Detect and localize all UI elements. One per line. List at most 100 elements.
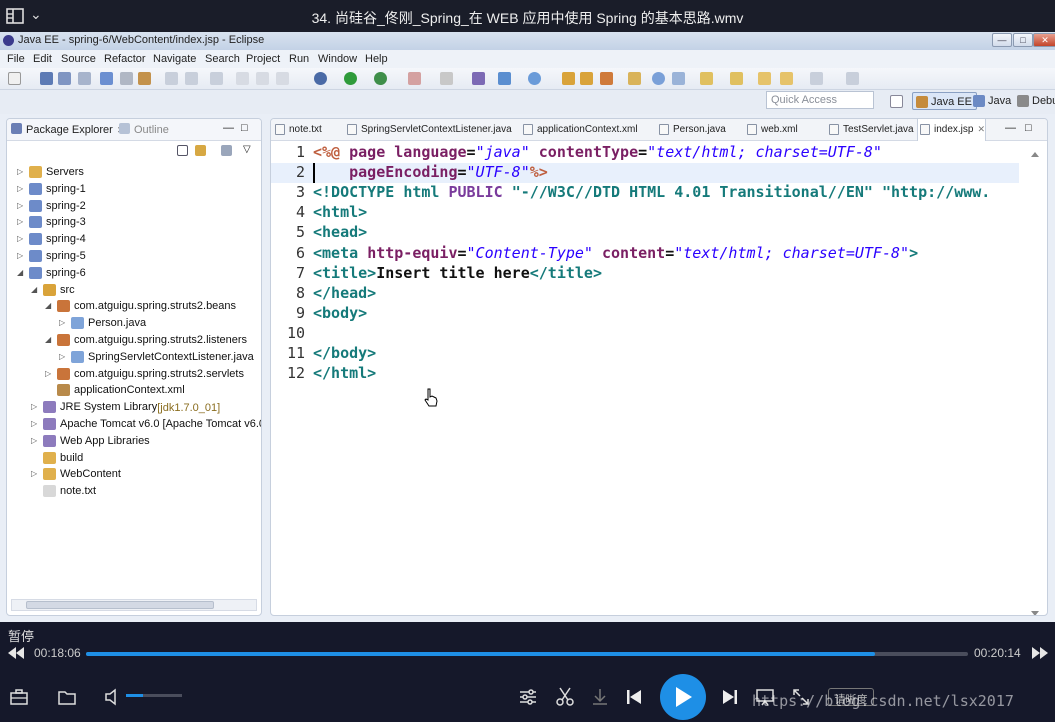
undo-icon[interactable] (165, 72, 178, 85)
editor-vertical-scrollbar[interactable] (1029, 149, 1041, 616)
tree-item[interactable]: ▷ spring-1 (7, 182, 261, 198)
tab-package-explorer[interactable]: Package Explorer✕ (11, 123, 124, 136)
resume-icon[interactable] (236, 72, 249, 85)
tree-item[interactable]: ◢ com.atguigu.spring.struts2.beans (7, 299, 261, 315)
tree-item[interactable]: ▷ com.atguigu.spring.struts2.servlets (7, 367, 261, 383)
view-menu-icon[interactable]: ▽ (243, 144, 251, 155)
previous-track-icon[interactable] (626, 689, 642, 705)
maximize-editor-icon[interactable]: □ (1025, 122, 1032, 134)
back-icon[interactable] (758, 72, 771, 85)
expanded-arrow-icon[interactable]: ◢ (45, 301, 51, 310)
tree-item[interactable]: build (7, 451, 261, 467)
open-task-icon[interactable] (628, 72, 641, 85)
code-editor[interactable]: 1 <%@ page language="java" contentType="t… (271, 143, 1019, 583)
run-icon[interactable] (344, 72, 357, 85)
collapsed-arrow-icon[interactable]: ▷ (31, 402, 37, 411)
scissors-icon[interactable] (556, 687, 574, 707)
minimize-editor-icon[interactable]: — (1005, 122, 1016, 134)
menu-run[interactable]: Run (289, 53, 309, 65)
code-line[interactable]: 7 <title>Insert title here</title> (271, 264, 1019, 284)
editor-tab[interactable]: note.txt (273, 119, 322, 141)
tree-item[interactable]: ▷ spring-3 (7, 215, 261, 231)
code-line[interactable]: 1 <%@ page language="java" contentType="t… (271, 143, 1019, 163)
volume-slider[interactable] (126, 694, 182, 697)
open-file-icon[interactable] (580, 72, 593, 85)
last-edit-icon[interactable] (810, 72, 823, 85)
editor-tab[interactable]: SpringServletContextListener.java (345, 119, 512, 141)
editor-tab[interactable]: web.xml (745, 119, 798, 141)
menu-edit[interactable]: Edit (33, 53, 52, 65)
tab-outline[interactable]: Outline (119, 123, 169, 136)
expanded-arrow-icon[interactable]: ◢ (31, 285, 37, 294)
tree-item[interactable]: ▷ spring-2 (7, 199, 261, 215)
code-line[interactable]: 8 </head> (271, 284, 1019, 304)
maximize-view-icon[interactable]: □ (241, 122, 248, 134)
tree-item[interactable]: ▷ Servers (7, 165, 261, 181)
debug-gear-icon[interactable] (314, 72, 327, 85)
restore-button[interactable]: □ (1013, 33, 1033, 47)
perspective-java[interactable]: Java (970, 92, 1015, 110)
code-line[interactable]: 4 <html> (271, 203, 1019, 223)
minimize-view-icon[interactable]: — (223, 122, 234, 134)
next-track-icon[interactable] (722, 689, 738, 705)
collapsed-arrow-icon[interactable]: ▷ (45, 369, 51, 378)
next-annotation-icon[interactable] (700, 72, 713, 85)
minimize-button[interactable]: — (992, 33, 1012, 47)
new-server-icon[interactable] (472, 72, 485, 85)
step-icon[interactable] (210, 72, 223, 85)
code-line[interactable]: 11 </body> (271, 344, 1019, 364)
code-line[interactable]: 10 (271, 324, 1019, 344)
toolbox-icon[interactable] (10, 689, 28, 705)
perspective-java-ee[interactable]: Java EE (912, 92, 977, 110)
open-folder-icon[interactable] (58, 689, 76, 705)
search-tool-icon[interactable] (600, 72, 613, 85)
quick-access-input[interactable]: Quick Access (766, 91, 874, 109)
collapsed-arrow-icon[interactable]: ▷ (17, 167, 23, 176)
editor-tab[interactable]: index.jsp ✕ (917, 119, 987, 141)
save-icon[interactable] (40, 72, 53, 85)
collapse-all-icon[interactable] (177, 145, 188, 156)
new-icon[interactable] (8, 72, 21, 85)
menu-source[interactable]: Source (61, 53, 96, 65)
menu-window[interactable]: Window (318, 53, 357, 65)
expanded-arrow-icon[interactable]: ◢ (45, 335, 51, 344)
editor-tab[interactable]: applicationContext.xml (521, 119, 638, 141)
code-line[interactable]: 3 <!DOCTYPE html PUBLIC "-//W3C//DTD HTML… (271, 183, 1019, 203)
perspective-debug[interactable]: Debu (1014, 92, 1055, 110)
run-external-icon[interactable] (374, 72, 387, 85)
tree-item[interactable]: ▷ JRE System Library[jdk1.7.0_01] (7, 400, 261, 416)
open-perspective-icon[interactable] (890, 95, 903, 108)
tree-item[interactable]: ◢ com.atguigu.spring.struts2.listeners (7, 333, 261, 349)
progress-slider[interactable] (86, 652, 968, 656)
view-filter-icon[interactable] (221, 145, 232, 156)
properties-icon[interactable] (100, 72, 113, 85)
collapsed-arrow-icon[interactable]: ▷ (31, 436, 37, 445)
code-line[interactable]: 12 </html> (271, 364, 1019, 384)
sync-icon[interactable] (672, 72, 685, 85)
print-icon[interactable] (78, 72, 91, 85)
menu-help[interactable]: Help (365, 53, 388, 65)
terminal-icon[interactable] (120, 72, 133, 85)
code-line[interactable]: 2 pageEncoding="UTF-8"%> (271, 163, 1019, 184)
menu-file[interactable]: File (7, 53, 25, 65)
terminate-icon[interactable] (276, 72, 289, 85)
forward-icon[interactable] (780, 72, 793, 85)
menu-project[interactable]: Project (246, 53, 280, 65)
rewind-icon[interactable] (8, 647, 24, 659)
tree-item[interactable]: applicationContext.xml (7, 383, 261, 399)
menu-navigate[interactable]: Navigate (153, 53, 196, 65)
pin-icon[interactable] (846, 72, 859, 85)
tree-item[interactable]: ◢ spring-6 (7, 266, 261, 282)
code-line[interactable]: 5 <head> (271, 223, 1019, 243)
tree-item[interactable]: ▷ Apache Tomcat v6.0 [Apache Tomcat v6.0] (7, 417, 261, 433)
tree-item[interactable]: ▷ SpringServletContextListener.java (7, 350, 261, 366)
tree-item[interactable]: note.txt (7, 484, 261, 500)
tree-item[interactable]: ▷ Person.java (7, 316, 261, 332)
tree-item[interactable]: ◢ src (7, 283, 261, 299)
package-explorer-scrollbar[interactable] (11, 599, 257, 611)
open-folder-icon[interactable] (562, 72, 575, 85)
volume-icon[interactable] (104, 688, 122, 706)
menu-search[interactable]: Search (205, 53, 240, 65)
tree-item[interactable]: ▷ WebContent (7, 467, 261, 483)
collapsed-arrow-icon[interactable]: ▷ (17, 217, 23, 226)
